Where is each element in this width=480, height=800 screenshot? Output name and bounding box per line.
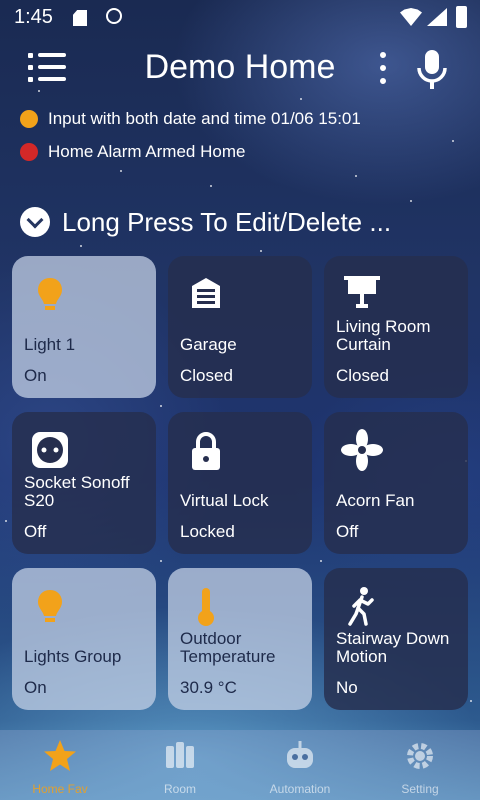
robot-icon [287,741,313,768]
tile-name: Outdoor Temperature [180,629,276,666]
status-time: 1:45 [14,6,53,28]
bottom-navigation: Home Fav Room Automation Setting [0,730,480,800]
lock-icon [192,432,220,470]
garage-icon [192,278,220,308]
nav-automation[interactable]: Automation [240,730,360,800]
chevron-down-icon[interactable] [20,207,50,237]
tile-name: Stairway Down Motion [336,629,450,666]
tile-light-1[interactable]: Light 1 On [12,256,156,398]
tile-name: Living Room Curtain [336,317,431,354]
section-header[interactable]: Long Press To Edit/Delete ... [20,206,391,238]
tile-socket-sonoff-s20[interactable]: Socket Sonoff S20 Off [12,412,156,554]
thermometer-icon [198,588,214,626]
app-title: Demo Home [144,48,336,86]
tile-virtual-lock[interactable]: Virtual Lock Locked [168,412,312,554]
tile-outdoor-temperature[interactable]: Outdoor Temperature 30.9 °C [168,568,312,710]
signal-icon [427,8,447,26]
tile-name: Light 1 [24,335,76,354]
notification-datetime[interactable]: Input with both date and time 01/06 15:0… [20,106,361,132]
clock-icon [20,110,38,128]
nav-room[interactable]: Room [120,730,240,800]
shield-icon [20,143,38,161]
star-icon [44,740,76,771]
curtain-icon [344,276,380,308]
bulb-icon [38,278,62,310]
status-bar: 1:45 [0,0,480,36]
bulb-icon [38,590,62,622]
tile-name: Garage [180,335,237,354]
tile-state: Off [24,522,47,541]
tile-stairway-down-motion[interactable]: Stairway Down Motion No [324,568,468,710]
socket-icon [32,432,68,468]
nav-label: Home Fav [32,782,88,796]
walking-person-icon [348,587,374,626]
microphone-icon[interactable] [412,48,452,90]
tile-name: Lights Group [24,647,122,666]
sd-card-icon [73,10,87,26]
tile-garage[interactable]: Garage Closed [168,256,312,398]
tile-name: Acorn Fan [336,491,415,510]
nav-label: Setting [401,782,439,796]
tile-name: Virtual Lock [180,491,269,510]
tile-name: Socket Sonoff S20 [24,473,130,510]
tile-state: On [24,366,47,385]
room-icon [166,742,194,768]
tile-acorn-fan[interactable]: Acorn Fan Off [324,412,468,554]
tile-living-room-curtain[interactable]: Living Room Curtain Closed [324,256,468,398]
nav-setting[interactable]: Setting [360,730,480,800]
nav-label: Room [163,782,196,796]
app-bar: Demo Home [0,40,480,96]
notification-text: Input with both date and time 01/06 15:0… [48,109,361,128]
nav-label: Automation [269,782,331,796]
tile-lights-group[interactable]: Lights Group On [12,568,156,710]
tile-state: Closed [336,366,389,385]
section-title: Long Press To Edit/Delete ... [62,206,392,237]
fan-icon [341,429,383,471]
battery-icon [456,6,467,28]
gear-icon [407,743,433,769]
notification-text: Home Alarm Armed Home [48,142,246,161]
sync-icon [106,8,122,24]
tile-state: 30.9 °C [180,678,237,697]
tile-state: No [336,678,358,697]
notification-alarm[interactable]: Home Alarm Armed Home [20,139,245,165]
nav-home-fav[interactable]: Home Fav [0,730,120,800]
tile-state: Closed [180,366,233,385]
wifi-icon [400,8,422,26]
more-options-icon[interactable] [375,52,391,86]
tile-state: Locked [180,522,235,541]
tile-state: Off [336,522,359,541]
tile-state: On [24,678,47,697]
